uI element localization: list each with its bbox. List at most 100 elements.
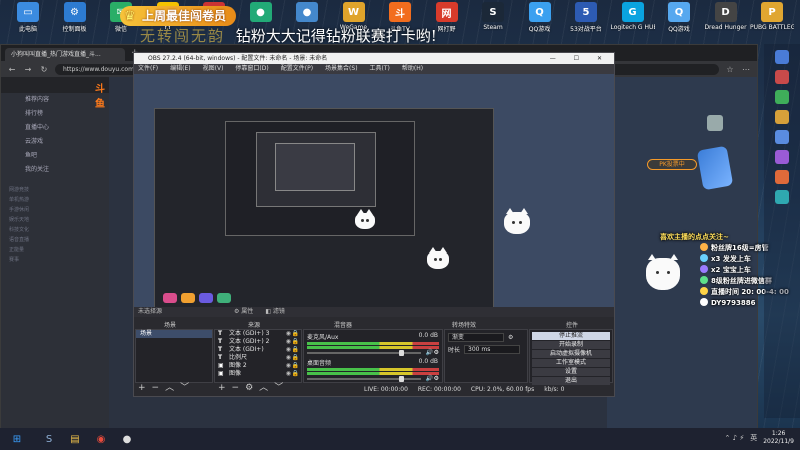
steam-icon[interactable]: S <box>40 431 58 447</box>
control-button[interactable]: 工作室模式 <box>532 359 610 367</box>
back-icon[interactable]: ← <box>7 65 17 74</box>
pk-vote-button[interactable]: PK投票中 <box>647 159 697 170</box>
app-icon[interactable] <box>775 130 789 144</box>
lock-icon[interactable]: 🔒 <box>292 346 299 354</box>
obs-icon[interactable]: ● <box>118 431 136 447</box>
category-item[interactable]: 科技文化 <box>1 225 109 235</box>
desktop-icon[interactable]: P PUBG BATTLEGR... <box>750 2 794 31</box>
down-icon[interactable]: ﹀ <box>274 384 283 394</box>
settings-icon[interactable]: ⚙ <box>245 384 253 394</box>
slider-knob[interactable] <box>399 376 405 382</box>
obs-menu-item[interactable]: 文件(F) <box>138 64 158 74</box>
source-item[interactable]: ▣ 图像 ◉ 🔒 <box>215 370 301 378</box>
forward-icon[interactable]: → <box>23 65 33 74</box>
sidebar-item[interactable]: 云游戏 <box>1 135 109 149</box>
browser-tab[interactable]: 小狗叫叫直播_热门游戏直播_斗... <box>5 48 125 61</box>
properties-button[interactable]: ⚙ 属性 <box>234 307 253 317</box>
clock[interactable]: 1:26 2022/11/9 <box>763 430 794 446</box>
desktop-icon[interactable]: ● <box>239 2 283 24</box>
volume-slider[interactable]: 🔊 ⚙ <box>307 349 439 356</box>
sidebar-item[interactable]: 鱼吧 <box>1 149 109 163</box>
lock-icon[interactable]: 🔒 <box>292 354 299 362</box>
source-item[interactable]: T 文本 (GDI+) 2 ◉ 🔒 <box>215 338 301 346</box>
tray-icons[interactable]: ⌃ ♪ ⚡ <box>725 434 745 442</box>
desktop-icon[interactable]: Q QQ游戏 <box>657 2 701 33</box>
desktop-icon[interactable]: G Logitech G HUB <box>611 2 655 31</box>
category-item[interactable]: 单机热游 <box>1 195 109 205</box>
category-item[interactable]: 语音直播 <box>1 235 109 245</box>
control-button[interactable]: 退出 <box>532 377 610 385</box>
remove-icon[interactable]: − <box>232 384 240 394</box>
category-item[interactable]: 手游休闲 <box>1 205 109 215</box>
source-item[interactable]: T 文本 (GDI+) ◉ 🔒 <box>215 346 301 354</box>
duration-input[interactable]: 300 ms <box>464 345 521 354</box>
desktop-icon[interactable]: S Steam <box>471 2 515 31</box>
desktop-icon[interactable]: D Dread Hunger <box>704 2 748 31</box>
obs-menu-item[interactable]: 视图(V) <box>203 64 224 74</box>
desktop-icon[interactable]: ⚙ 控制面板 <box>53 2 97 33</box>
add-icon[interactable]: + <box>218 384 226 394</box>
obs-menu-item[interactable]: 编辑(E) <box>170 64 190 74</box>
lock-icon[interactable]: 🔒 <box>292 338 299 346</box>
transition-gear-icon[interactable]: ⚙ <box>508 334 513 341</box>
app-icon[interactable] <box>775 50 789 64</box>
source-item[interactable]: T 比例尺 ◉ 🔒 <box>215 354 301 362</box>
chrome-icon[interactable]: ◉ <box>92 431 110 447</box>
desktop-icon[interactable]: ▭ 此电脑 <box>6 2 50 33</box>
app-icon[interactable] <box>775 150 789 164</box>
source-item[interactable]: ▣ 图像 2 ◉ 🔒 <box>215 362 301 370</box>
app-icon[interactable] <box>775 90 789 104</box>
avatar[interactable] <box>707 115 723 131</box>
slider-knob[interactable] <box>399 350 405 356</box>
category-item[interactable]: 赛事 <box>1 255 109 265</box>
window-controls[interactable]: — ☐ ✕ <box>550 53 610 64</box>
sidebar-item[interactable]: 直播中心 <box>1 121 109 135</box>
remove-icon[interactable]: − <box>152 384 160 394</box>
filters-button[interactable]: ◧ 滤镜 <box>265 307 285 317</box>
source-item[interactable]: T 文本 (GDI+) 3 ◉ 🔒 <box>215 330 301 338</box>
control-button[interactable]: 启动虚拟摄像机 <box>532 350 610 358</box>
visibility-icon[interactable]: ◉ <box>286 354 291 362</box>
up-icon[interactable]: ︿ <box>165 384 174 394</box>
douyu-logo[interactable]: 斗鱼 <box>1 77 109 110</box>
visibility-icon[interactable]: ◉ <box>286 338 291 346</box>
obs-menu-item[interactable]: 配置文件(P) <box>281 64 313 74</box>
lock-icon[interactable]: 🔒 <box>292 330 299 338</box>
visibility-icon[interactable]: ◉ <box>286 362 291 370</box>
app-icon[interactable] <box>775 190 789 204</box>
speaker-icon[interactable]: 🔊 <box>426 375 433 382</box>
visibility-icon[interactable]: ◉ <box>286 346 291 354</box>
transition-select[interactable]: 渐变 <box>448 333 504 342</box>
scene-item[interactable]: 场景 <box>136 330 212 338</box>
category-item[interactable]: 正能量 <box>1 245 109 255</box>
menu-icon[interactable]: ⋯ <box>741 65 751 74</box>
volume-slider[interactable]: 🔊 ⚙ <box>307 375 439 382</box>
visibility-icon[interactable]: ◉ <box>286 330 291 338</box>
sidebar-item[interactable]: 排行榜 <box>1 107 109 121</box>
control-button[interactable]: 设置 <box>532 368 610 376</box>
category-item[interactable]: 娱乐天地 <box>1 215 109 225</box>
desktop-icon[interactable]: ● <box>285 2 329 24</box>
app-icon[interactable] <box>775 70 789 84</box>
windows-start-icon[interactable]: ⊞ <box>8 431 26 447</box>
ime-indicator[interactable]: 英 <box>750 433 757 443</box>
lock-icon[interactable]: 🔒 <box>292 362 299 370</box>
category-item[interactable]: 网游竞技 <box>1 185 109 195</box>
desktop-icon[interactable]: Q QQ游戏 <box>518 2 562 33</box>
obs-menu-item[interactable]: 帮助(H) <box>402 64 423 74</box>
star-icon[interactable]: ☆ <box>725 65 735 74</box>
obs-menu-item[interactable]: 场景集合(S) <box>325 64 358 74</box>
visibility-icon[interactable]: ◉ <box>286 370 291 378</box>
control-button[interactable]: 开始录制 <box>532 341 610 349</box>
up-icon[interactable]: ︿ <box>259 384 268 394</box>
sidebar-item[interactable]: 我的关注 <box>1 163 109 177</box>
lock-icon[interactable]: 🔒 <box>292 370 299 378</box>
app-icon[interactable] <box>775 110 789 124</box>
add-icon[interactable]: + <box>138 384 146 394</box>
down-icon[interactable]: ﹀ <box>180 384 189 394</box>
gear-icon[interactable]: ⚙ <box>434 349 439 356</box>
control-button[interactable]: 停止推流 <box>532 332 610 340</box>
gear-icon[interactable]: ⚙ <box>434 375 439 382</box>
desktop-icon[interactable]: 5 53对战平台 <box>564 2 608 33</box>
obs-menu-item[interactable]: 停靠窗口(D) <box>235 64 268 74</box>
